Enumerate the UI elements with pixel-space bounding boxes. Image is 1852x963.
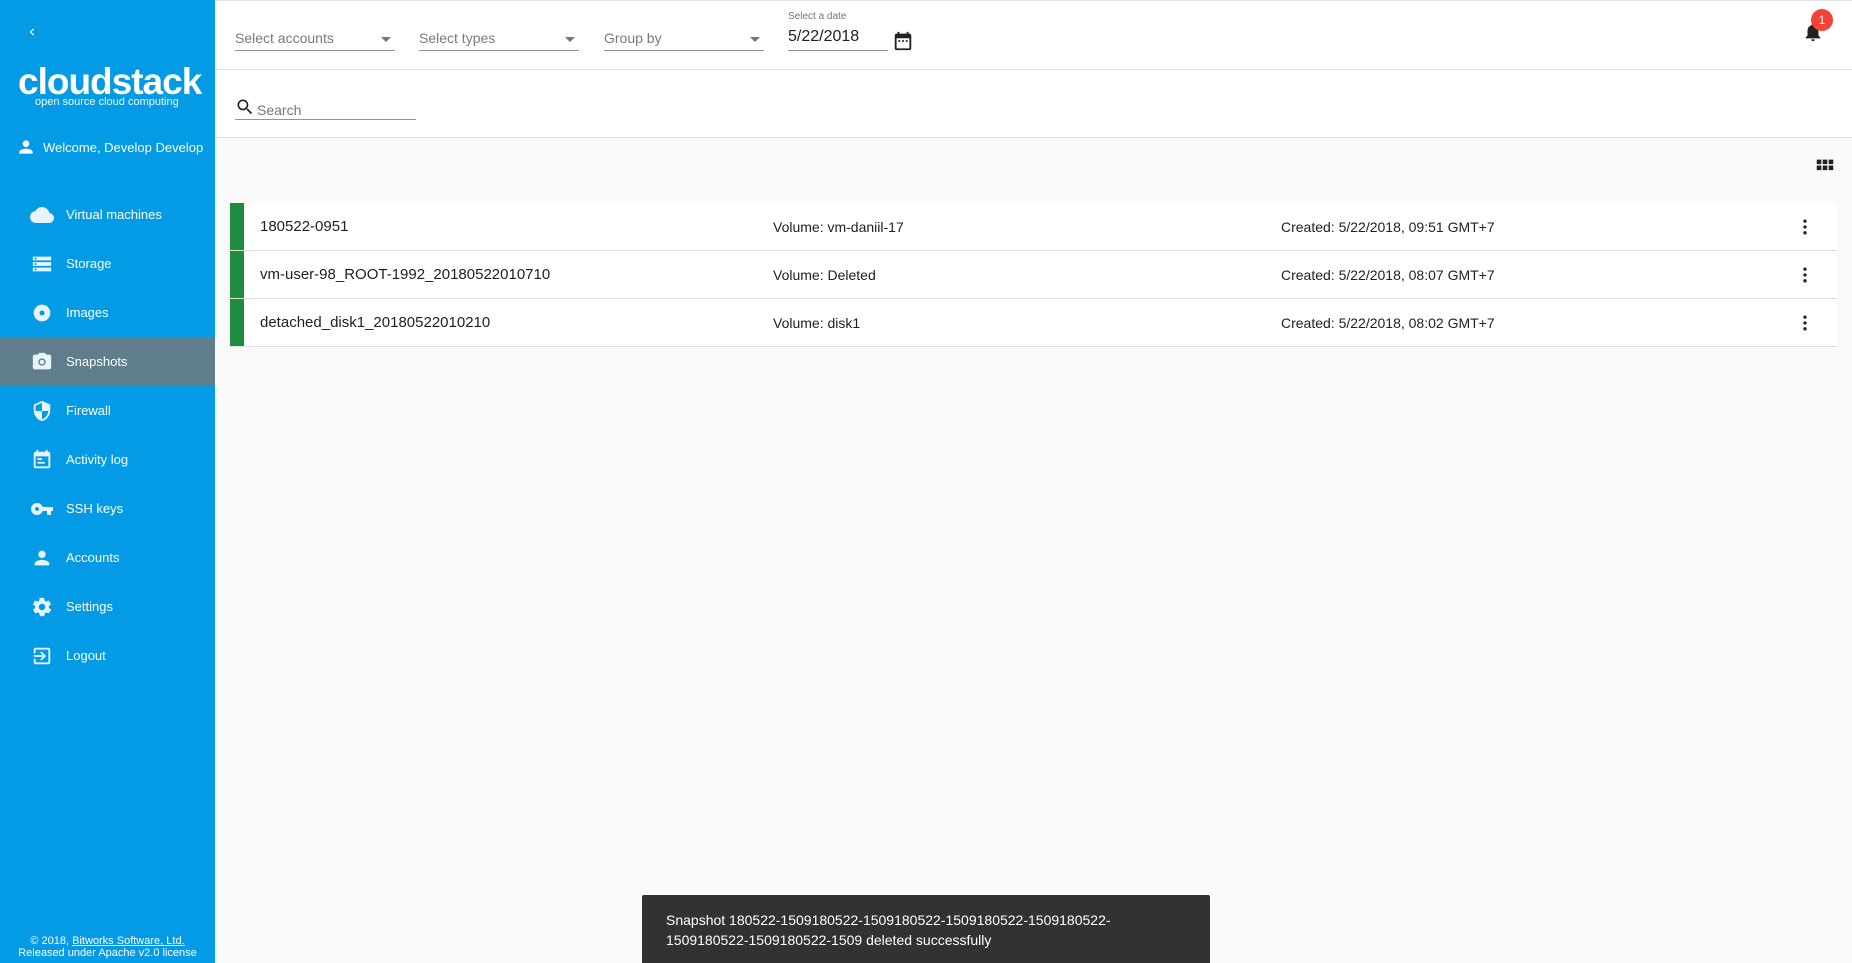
dropdown-arrow-icon: [565, 37, 575, 42]
snapshot-volume: Volume: Deleted: [773, 266, 876, 283]
snapshot-created: Created: 5/22/2018, 08:07 GMT+7: [1281, 266, 1495, 283]
group-by-dropdown[interactable]: Group by: [604, 27, 764, 51]
select-accounts-dropdown[interactable]: Select accounts: [235, 27, 395, 51]
sidebar-item-label: Logout: [66, 648, 106, 663]
sidebar-item-images[interactable]: Images: [0, 288, 215, 337]
sidebar-item-firewall[interactable]: Firewall: [0, 386, 215, 435]
snapshot-name: detached_disk1_20180522010210: [260, 314, 491, 331]
snapshot-created: Created: 5/22/2018, 08:02 GMT+7: [1281, 314, 1495, 331]
snapshot-list: 180522-0951 Volume: vm-daniil-17 Created…: [230, 203, 1837, 347]
sidebar-item-label: Settings: [66, 599, 113, 614]
key-icon: [30, 497, 54, 521]
more-vert-icon[interactable]: [1793, 263, 1817, 287]
date-label: Select a date: [788, 11, 847, 22]
search-input[interactable]: [257, 101, 407, 118]
shield-icon: [30, 399, 54, 423]
cloudstack-logo: cloudstack open source cloud computing: [18, 62, 202, 108]
person-icon: [30, 546, 54, 570]
sidebar-item-label: Accounts: [66, 550, 120, 565]
person-icon: [19, 140, 33, 154]
sidebar-item-ssh-keys[interactable]: SSH keys: [0, 484, 215, 533]
snapshot-volume: Volume: vm-daniil-17: [773, 218, 904, 235]
select-accounts-placeholder: Select accounts: [235, 30, 334, 46]
select-types-placeholder: Select types: [419, 30, 496, 46]
sidebar-item-label: Snapshots: [66, 354, 128, 369]
logout-icon: [30, 644, 54, 668]
sidebar-item-label: Storage: [66, 256, 112, 271]
snackbar-message: Snapshot 180522-1509180522-1509180522-15…: [666, 912, 1111, 948]
group-by-placeholder: Group by: [604, 30, 662, 46]
calendar-picker-icon[interactable]: [892, 30, 914, 52]
welcome-user: Welcome, Develop Develop: [16, 136, 203, 158]
sidebar-item-accounts[interactable]: Accounts: [0, 533, 215, 582]
cloud-icon: [30, 203, 54, 227]
select-types-dropdown[interactable]: Select types: [419, 27, 579, 51]
more-vert-icon[interactable]: [1793, 215, 1817, 239]
gear-icon: [30, 595, 54, 619]
snapshot-row[interactable]: 180522-0951 Volume: vm-daniil-17 Created…: [230, 203, 1837, 251]
sidebar-item-label: Images: [66, 305, 109, 320]
snapshot-name: vm-user-98_ROOT-1992_20180522010710: [260, 266, 551, 283]
search-icon: [237, 99, 253, 114]
sidebar-item-label: Activity log: [66, 452, 129, 467]
search-field[interactable]: [235, 92, 416, 120]
status-indicator: [230, 203, 244, 250]
filter-toolbar: Select accounts Select types Group by Se…: [215, 0, 1852, 70]
disc-icon: [30, 301, 54, 325]
snapshot-name: 180522-0951: [260, 218, 349, 235]
status-indicator: [230, 251, 244, 298]
bitworks-link[interactable]: Bitworks Software, Ltd.: [72, 935, 185, 947]
storage-icon: [30, 252, 54, 276]
snapshot-volume: Volume: disk1: [773, 314, 861, 331]
more-vert-icon[interactable]: [1793, 311, 1817, 335]
sidebar-item-storage[interactable]: Storage: [0, 239, 215, 288]
grid-view-icon[interactable]: [1814, 155, 1838, 179]
sidebar-item-label: SSH keys: [66, 501, 124, 516]
dropdown-arrow-icon: [381, 37, 391, 42]
snapshot-row[interactable]: vm-user-98_ROOT-1992_20180522010710 Volu…: [230, 251, 1837, 299]
sidebar-item-logout[interactable]: Logout: [0, 631, 215, 680]
notification-badge: 1: [1811, 9, 1833, 31]
status-indicator: [230, 299, 244, 346]
date-input[interactable]: 5/22/2018: [788, 27, 888, 51]
search-toolbar: [215, 70, 1852, 138]
sidebar-item-settings[interactable]: Settings: [0, 582, 215, 631]
license-text: Released under Apache v2.0 license: [18, 947, 197, 959]
logo-subtitle: open source cloud computing: [35, 96, 179, 108]
sidebar-item-virtual-machines[interactable]: Virtual machines: [0, 190, 215, 239]
back-chevron-icon[interactable]: [20, 20, 44, 44]
sidebar-nav: Virtual machines Storage Images Snapshot…: [0, 190, 215, 680]
dropdown-arrow-icon: [750, 37, 760, 42]
camera-icon: [30, 350, 54, 374]
copyright-text: © 2018,: [30, 935, 73, 947]
sidebar: cloudstack open source cloud computing W…: [0, 0, 215, 963]
snapshot-row[interactable]: detached_disk1_20180522010210 Volume: di…: [230, 299, 1837, 347]
welcome-text: Welcome, Develop Develop: [43, 139, 204, 155]
calendar-icon: [30, 448, 54, 472]
sidebar-item-label: Firewall: [66, 403, 111, 418]
sidebar-footer: © 2018, Bitworks Software, Ltd. Released…: [0, 935, 215, 959]
snapshot-created: Created: 5/22/2018, 09:51 GMT+7: [1281, 218, 1495, 235]
sidebar-item-label: Virtual machines: [66, 207, 162, 222]
sidebar-item-activity-log[interactable]: Activity log: [0, 435, 215, 484]
sidebar-item-snapshots[interactable]: Snapshots: [0, 337, 215, 386]
snackbar-notification: Snapshot 180522-1509180522-1509180522-15…: [642, 895, 1210, 963]
